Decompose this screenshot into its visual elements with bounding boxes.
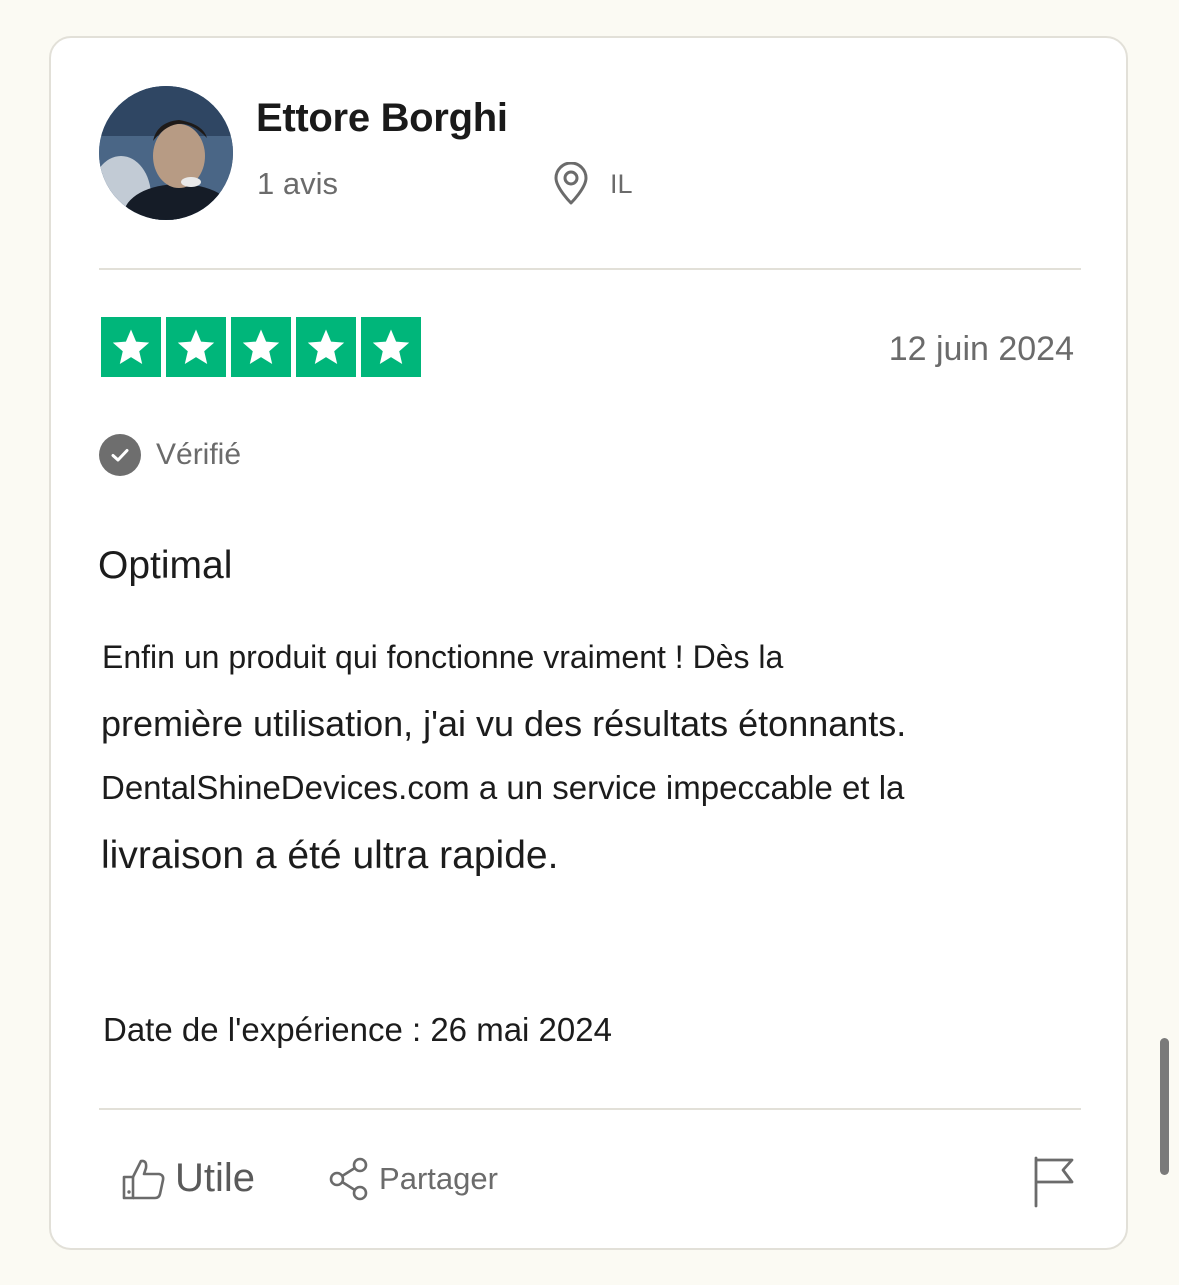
reviewer-review-count: 1 avis <box>257 166 338 201</box>
star-icon <box>231 317 291 377</box>
share-label: Partager <box>379 1160 498 1196</box>
check-icon <box>99 434 141 476</box>
reviewer-name[interactable]: Ettore Borghi <box>256 96 508 141</box>
useful-label: Utile <box>175 1156 256 1200</box>
star-icon <box>101 317 161 377</box>
footer-divider <box>99 1108 1081 1110</box>
verified-label: Vérifié <box>156 438 242 471</box>
review-body-line: DentalShineDevices.com a un service impe… <box>101 769 905 806</box>
experience-date: Date de l'expérience : 26 mai 2024 <box>103 1011 612 1048</box>
location-pin-icon <box>554 162 588 205</box>
review-body-line: première utilisation, j'ai vu des résult… <box>101 703 907 744</box>
reviewer-country: IL <box>610 168 633 199</box>
star-icon <box>361 317 421 377</box>
share-button[interactable]: Partager <box>327 1157 498 1201</box>
review-body-line: Enfin un produit qui fonctionne vraiment… <box>102 639 784 675</box>
verified-badge[interactable]: Vérifié <box>99 434 241 476</box>
avatar[interactable] <box>99 86 233 220</box>
review-actions: Utile Partager <box>121 1156 498 1201</box>
star-icon <box>296 317 356 377</box>
avatar-photo <box>99 86 233 220</box>
review-date: 12 juin 2024 <box>888 330 1074 368</box>
share-icon <box>329 1157 368 1200</box>
star-icon <box>166 317 226 377</box>
flag-icon[interactable] <box>1032 1156 1078 1208</box>
star-rating <box>101 317 421 377</box>
reviewer-location: IL <box>551 162 633 206</box>
review-card: Ettore Borghi 1 avis IL 12 juin 2024 Vér… <box>49 36 1128 1250</box>
scrollbar-thumb[interactable] <box>1160 1038 1169 1175</box>
useful-button[interactable]: Utile <box>121 1156 255 1201</box>
review-body-line: livraison a été ultra rapide. <box>101 834 559 877</box>
thumbs-up-icon <box>122 1159 165 1199</box>
header-divider <box>99 268 1081 270</box>
review-title: Optimal <box>98 544 233 587</box>
